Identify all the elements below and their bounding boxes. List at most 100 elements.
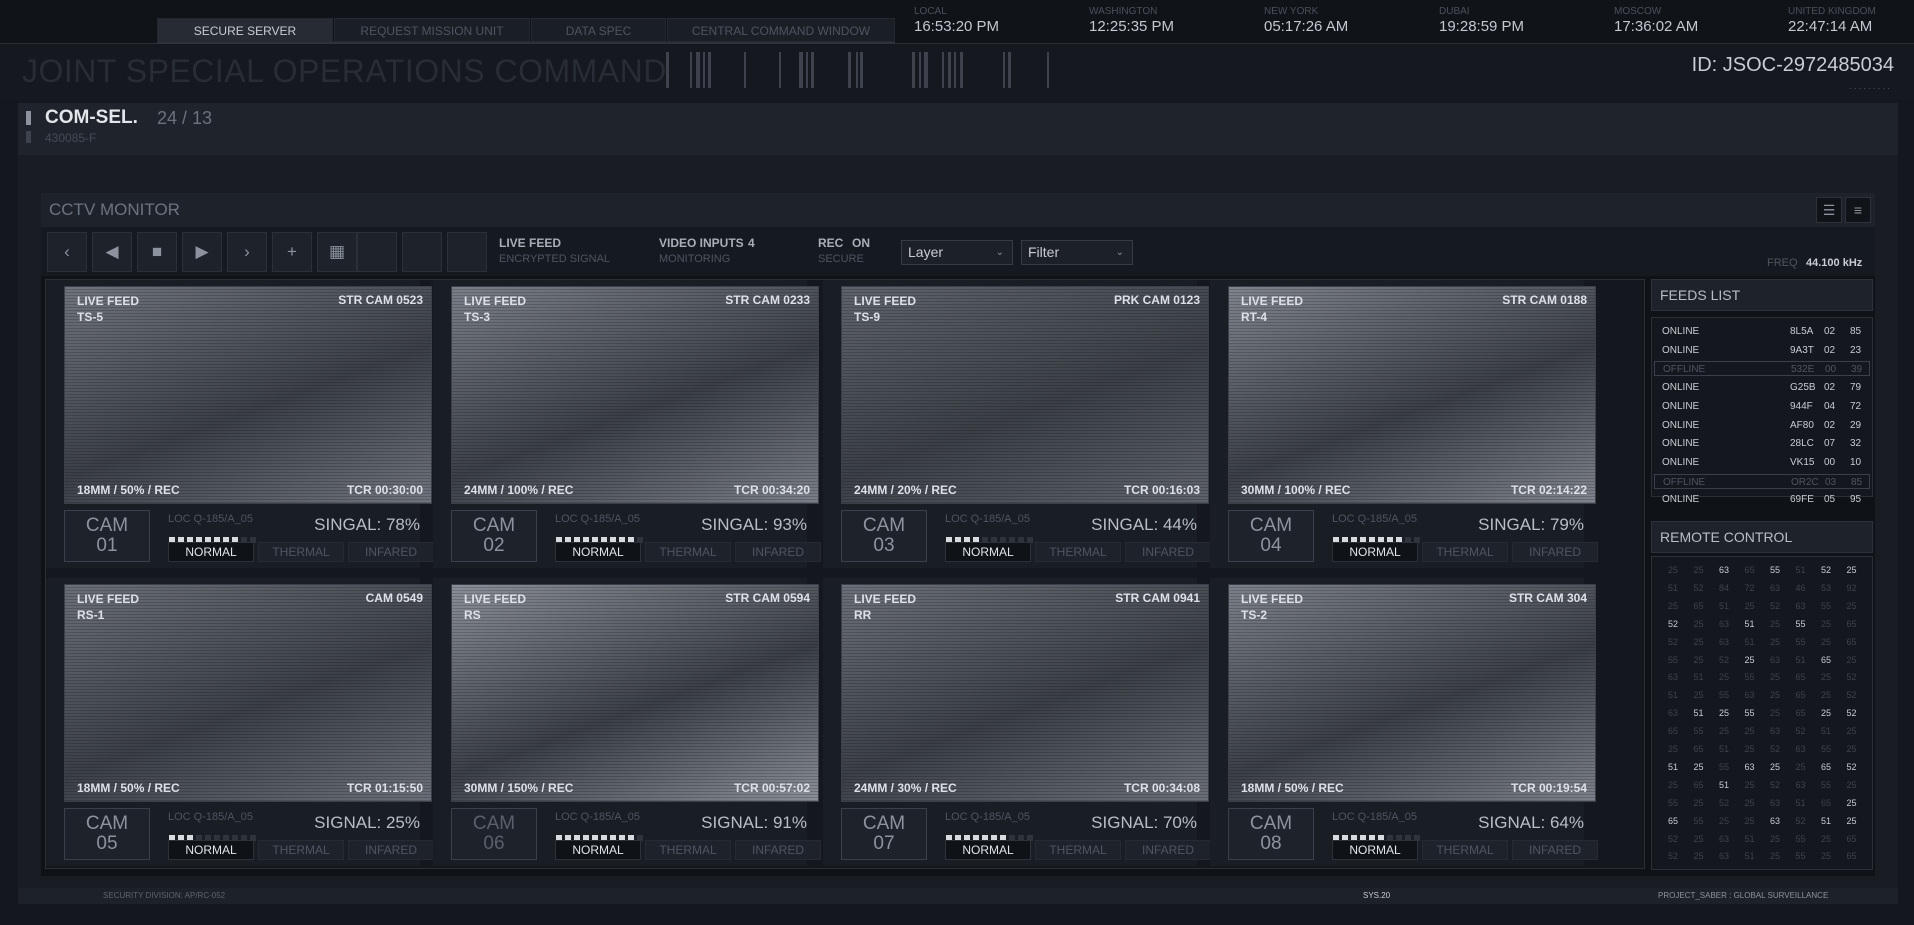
next-icon[interactable]: › bbox=[227, 232, 267, 272]
remote-cell[interactable]: 52 bbox=[1764, 780, 1786, 790]
remote-cell[interactable]: 51 bbox=[1739, 619, 1761, 629]
remote-cell[interactable]: 25 bbox=[1662, 565, 1684, 575]
remote-cell[interactable]: 63 bbox=[1713, 851, 1735, 861]
remote-cell[interactable]: 25 bbox=[1815, 851, 1837, 861]
mode-infared-button[interactable]: INFARED bbox=[735, 542, 821, 562]
mode-normal-button[interactable]: NORMAL bbox=[1332, 840, 1418, 860]
remote-cell[interactable]: 84 bbox=[1713, 583, 1735, 593]
mode-infared-button[interactable]: INFARED bbox=[1512, 840, 1598, 860]
camera-card[interactable]: LIVE FEED TS-9 PRK CAM 0123 24MM / 20% / RE… bbox=[823, 280, 1211, 568]
remote-cell[interactable]: 25 bbox=[1764, 762, 1786, 772]
feed-row[interactable]: ONLINE 944F 04 72 bbox=[1654, 399, 1870, 414]
remote-cell[interactable]: 63 bbox=[1662, 708, 1684, 718]
remote-cell[interactable]: 51 bbox=[1688, 708, 1710, 718]
remote-cell[interactable]: 25 bbox=[1662, 780, 1684, 790]
tab-secure-server[interactable]: SECURE SERVER bbox=[157, 18, 333, 42]
filter-select[interactable]: Filter ⌄ bbox=[1021, 240, 1133, 265]
camera-card[interactable]: LIVE FEED TS-3 STR CAM 0233 24MM / 100% / R… bbox=[433, 280, 821, 568]
mode-infared-button[interactable]: INFARED bbox=[1125, 542, 1211, 562]
feed-row[interactable]: ONLINE 69FE 05 95 bbox=[1654, 492, 1870, 507]
mode-normal-button[interactable]: NORMAL bbox=[168, 840, 254, 860]
stop-icon[interactable]: ■ bbox=[137, 232, 177, 272]
camera-feed[interactable]: LIVE FEED RR STR CAM 0941 24MM / 30% / REC T… bbox=[841, 584, 1209, 802]
remote-cell[interactable]: 25 bbox=[1841, 798, 1863, 808]
remote-cell[interactable]: 52 bbox=[1841, 762, 1863, 772]
remote-cell[interactable]: 25 bbox=[1739, 601, 1761, 611]
remote-cell[interactable]: 63 bbox=[1764, 583, 1786, 593]
mode-thermal-button[interactable]: THERMAL bbox=[1422, 840, 1508, 860]
remote-cell[interactable]: 52 bbox=[1713, 798, 1735, 808]
remote-cell[interactable]: 51 bbox=[1713, 780, 1735, 790]
remote-cell[interactable]: 65 bbox=[1790, 690, 1812, 700]
remote-cell[interactable]: 55 bbox=[1790, 619, 1812, 629]
mode-thermal-button[interactable]: THERMAL bbox=[645, 840, 731, 860]
remote-cell[interactable]: 25 bbox=[1841, 726, 1863, 736]
camera-feed[interactable]: LIVE FEED TS-9 PRK CAM 0123 24MM / 20% / RE… bbox=[841, 286, 1209, 504]
remote-cell[interactable]: 51 bbox=[1739, 637, 1761, 647]
feed-row[interactable]: ONLINE 28LC 07 32 bbox=[1654, 436, 1870, 451]
remote-cell[interactable]: 25 bbox=[1764, 851, 1786, 861]
camera-card[interactable]: LIVE FEED RS-1 CAM 0549 18MM / 50% / REC TCR… bbox=[46, 578, 434, 866]
remote-cell[interactable]: 51 bbox=[1790, 655, 1812, 665]
remote-cell[interactable]: 55 bbox=[1790, 834, 1812, 844]
mode-normal-button[interactable]: NORMAL bbox=[945, 542, 1031, 562]
remote-cell[interactable]: 25 bbox=[1688, 690, 1710, 700]
remote-cell[interactable]: 52 bbox=[1790, 816, 1812, 826]
remote-cell[interactable]: 25 bbox=[1815, 672, 1837, 682]
remote-cell[interactable]: 65 bbox=[1841, 834, 1863, 844]
remote-cell[interactable]: 25 bbox=[1790, 762, 1812, 772]
remote-cell[interactable]: 25 bbox=[1841, 780, 1863, 790]
remote-cell[interactable]: 25 bbox=[1815, 708, 1837, 718]
remote-cell[interactable]: 25 bbox=[1739, 744, 1761, 754]
remote-cell[interactable]: 92 bbox=[1841, 583, 1863, 593]
remote-cell[interactable]: 25 bbox=[1713, 672, 1735, 682]
remote-cell[interactable]: 55 bbox=[1815, 744, 1837, 754]
remote-cell[interactable]: 65 bbox=[1662, 726, 1684, 736]
camera-feed[interactable]: LIVE FEED TS-3 STR CAM 0233 24MM / 100% / R… bbox=[451, 286, 819, 504]
layer-select[interactable]: Layer ⌄ bbox=[901, 240, 1013, 265]
remote-cell[interactable]: 55 bbox=[1662, 655, 1684, 665]
remote-cell[interactable]: 52 bbox=[1662, 637, 1684, 647]
camera-feed[interactable]: LIVE FEED RS STR CAM 0594 30MM / 150% / REC… bbox=[451, 584, 819, 802]
mode-thermal-button[interactable]: THERMAL bbox=[1035, 840, 1121, 860]
mode-normal-button[interactable]: NORMAL bbox=[555, 542, 641, 562]
trash-icon[interactable]: ▦ bbox=[317, 232, 357, 272]
remote-cell[interactable]: 25 bbox=[1688, 637, 1710, 647]
remote-cell[interactable]: 51 bbox=[1790, 798, 1812, 808]
mode-infared-button[interactable]: INFARED bbox=[348, 840, 434, 860]
remote-cell[interactable]: 25 bbox=[1764, 834, 1786, 844]
remote-cell[interactable]: 25 bbox=[1688, 851, 1710, 861]
remote-cell[interactable]: 25 bbox=[1688, 619, 1710, 629]
remote-cell[interactable]: 63 bbox=[1764, 655, 1786, 665]
remote-cell[interactable]: 63 bbox=[1790, 744, 1812, 754]
remote-cell[interactable]: 52 bbox=[1815, 565, 1837, 575]
remote-cell[interactable]: 55 bbox=[1790, 637, 1812, 647]
remote-cell[interactable]: 25 bbox=[1688, 762, 1710, 772]
mode-thermal-button[interactable]: THERMAL bbox=[645, 542, 731, 562]
remote-cell[interactable]: 63 bbox=[1713, 637, 1735, 647]
remote-cell[interactable]: 72 bbox=[1739, 583, 1761, 593]
mode-infared-button[interactable]: INFARED bbox=[1512, 542, 1598, 562]
remote-cell[interactable]: 51 bbox=[1713, 601, 1735, 611]
camera-feed[interactable]: LIVE FEED TS-5 STR CAM 0523 18MM / 50% / RE… bbox=[64, 286, 432, 504]
remote-cell[interactable]: 55 bbox=[1713, 762, 1735, 772]
remote-cell[interactable]: 25 bbox=[1764, 708, 1786, 718]
remote-cell[interactable]: 25 bbox=[1739, 798, 1761, 808]
remote-cell[interactable]: 52 bbox=[1713, 655, 1735, 665]
remote-cell[interactable]: 65 bbox=[1815, 798, 1837, 808]
add-icon[interactable]: + bbox=[272, 232, 312, 272]
remote-cell[interactable]: 51 bbox=[1739, 851, 1761, 861]
remote-cell[interactable]: 25 bbox=[1662, 744, 1684, 754]
mode-infared-button[interactable]: INFARED bbox=[348, 542, 434, 562]
remote-cell[interactable]: 65 bbox=[1790, 708, 1812, 718]
mode-thermal-button[interactable]: THERMAL bbox=[258, 840, 344, 860]
camera-card[interactable]: LIVE FEED TS-5 STR CAM 0523 18MM / 50% / RE… bbox=[46, 280, 434, 568]
remote-cell[interactable]: 25 bbox=[1764, 690, 1786, 700]
remote-cell[interactable]: 25 bbox=[1815, 834, 1837, 844]
remote-cell[interactable]: 63 bbox=[1662, 672, 1684, 682]
empty-tool-button[interactable] bbox=[447, 232, 487, 272]
remote-cell[interactable]: 63 bbox=[1764, 816, 1786, 826]
feed-row[interactable]: ONLINE 9A3T 02 23 bbox=[1654, 343, 1870, 358]
remote-cell[interactable]: 25 bbox=[1688, 565, 1710, 575]
remote-cell[interactable]: 25 bbox=[1841, 744, 1863, 754]
